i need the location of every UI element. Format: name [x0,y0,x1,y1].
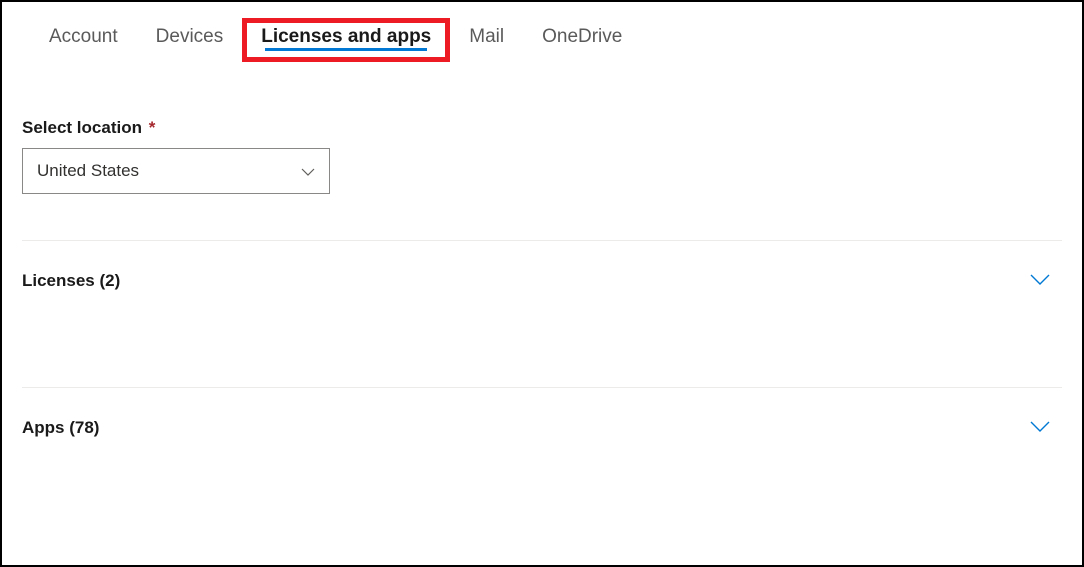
tab-content: Select location * United States Licenses… [2,62,1082,438]
chevron-down-icon [1030,419,1050,437]
tab-onedrive[interactable]: OneDrive [523,18,641,62]
licenses-section-title: Licenses (2) [22,271,120,291]
location-select-wrapper: United States [22,148,330,194]
tab-navigation: Account Devices Licenses and apps Mail O… [2,2,1082,62]
tab-devices[interactable]: Devices [137,18,243,62]
location-field: Select location * United States [22,118,1062,194]
apps-section-title: Apps (78) [22,418,99,438]
location-selected-value: United States [37,161,139,181]
tab-licenses-and-apps[interactable]: Licenses and apps [242,18,450,62]
chevron-down-icon [301,161,315,181]
tab-mail[interactable]: Mail [450,18,523,62]
chevron-down-icon [1030,272,1050,290]
required-indicator: * [149,118,156,137]
location-select[interactable]: United States [22,148,330,194]
location-label-text: Select location [22,118,142,137]
licenses-section[interactable]: Licenses (2) [22,240,1062,291]
tab-account[interactable]: Account [30,18,137,62]
apps-section[interactable]: Apps (78) [22,387,1062,438]
location-label: Select location * [22,118,1062,138]
